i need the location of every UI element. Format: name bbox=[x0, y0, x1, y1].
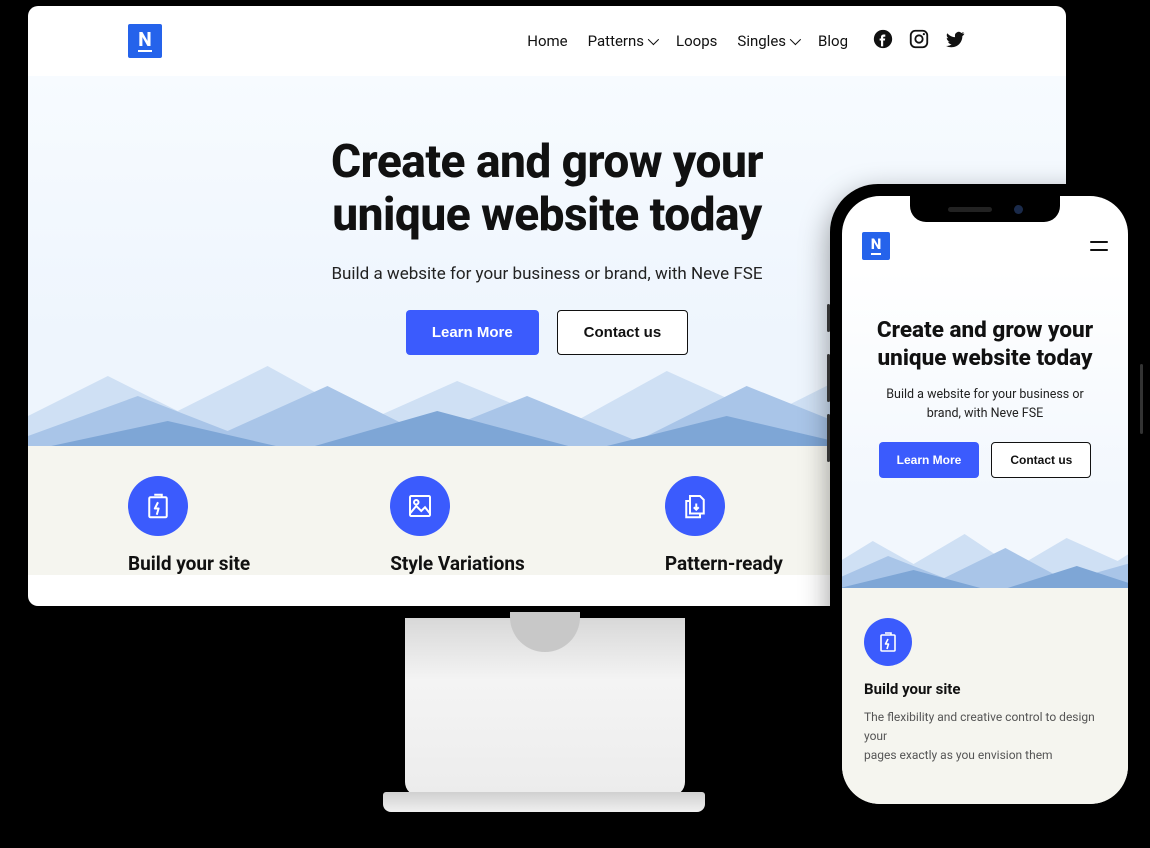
feature-title: Build your site bbox=[864, 680, 1106, 698]
site-logo[interactable]: N bbox=[128, 24, 162, 58]
nav-label: Loops bbox=[676, 32, 717, 50]
nav-item-blog[interactable]: Blog bbox=[818, 32, 848, 50]
instagram-icon[interactable] bbox=[908, 28, 930, 54]
nav-label: Patterns bbox=[588, 32, 644, 50]
mobile-hero: Create and grow your unique website toda… bbox=[842, 270, 1128, 588]
main-nav: Home Patterns Loops Singles Blog bbox=[527, 28, 966, 54]
phone-volume-down bbox=[827, 414, 830, 462]
monitor-base bbox=[383, 792, 705, 812]
chevron-down-icon bbox=[648, 34, 659, 45]
feature-title: Style Variations bbox=[390, 552, 525, 575]
logo-letter: N bbox=[871, 237, 882, 255]
feature-style-variations: Style Variations bbox=[390, 476, 525, 575]
phone-power-button bbox=[1140, 364, 1143, 434]
nav-item-singles[interactable]: Singles bbox=[737, 32, 798, 50]
feature-title: Pattern-ready bbox=[665, 552, 783, 575]
hero-title-line2: unique website today bbox=[878, 345, 1093, 371]
hero-subtitle: Build a website for your business or bra… bbox=[862, 386, 1108, 424]
logo-letter: N bbox=[138, 30, 151, 52]
phone-frame: N Create and grow your unique website to… bbox=[830, 184, 1140, 816]
nav-label: Home bbox=[527, 32, 567, 50]
mobile-features: Build your site The flexibility and crea… bbox=[842, 588, 1128, 804]
battery-bolt-icon bbox=[864, 618, 912, 666]
nav-label: Blog bbox=[818, 32, 848, 50]
hero-title-line2: unique website today bbox=[332, 188, 761, 242]
site-logo[interactable]: N bbox=[862, 232, 890, 260]
monitor-neck bbox=[405, 618, 685, 796]
learn-more-button[interactable]: Learn More bbox=[879, 442, 980, 478]
phone-notch bbox=[910, 196, 1060, 222]
contact-us-button[interactable]: Contact us bbox=[991, 442, 1091, 478]
phone-screen: N Create and grow your unique website to… bbox=[842, 196, 1128, 804]
hero-title: Create and grow your unique website toda… bbox=[862, 316, 1108, 372]
hero-title-line1: Create and grow your bbox=[877, 317, 1093, 343]
desktop-header: N Home Patterns Loops Singles Blo bbox=[28, 6, 1066, 76]
phone-silence-switch bbox=[827, 304, 830, 332]
image-icon bbox=[390, 476, 450, 536]
feature-title: Build your site bbox=[128, 552, 250, 575]
mobile-cta-row: Learn More Contact us bbox=[862, 442, 1108, 478]
nav-label: Singles bbox=[737, 32, 786, 50]
twitter-icon[interactable] bbox=[944, 28, 966, 54]
nav-item-home[interactable]: Home bbox=[527, 32, 567, 50]
nav-item-loops[interactable]: Loops bbox=[676, 32, 717, 50]
feature-pattern-ready: Pattern-ready bbox=[665, 476, 783, 575]
feature-body: The flexibility and creative control to … bbox=[864, 708, 1106, 766]
hero-title-line1: Create and grow your bbox=[331, 135, 763, 189]
hamburger-menu-icon[interactable] bbox=[1090, 241, 1108, 251]
phone-volume-up bbox=[827, 354, 830, 402]
social-links bbox=[872, 28, 966, 54]
facebook-icon[interactable] bbox=[872, 28, 894, 54]
feature-build-site: Build your site bbox=[128, 476, 250, 575]
nav-item-patterns[interactable]: Patterns bbox=[588, 32, 656, 50]
mountains-illustration bbox=[842, 506, 1128, 588]
chevron-down-icon bbox=[790, 34, 801, 45]
files-download-icon bbox=[665, 476, 725, 536]
battery-bolt-icon bbox=[128, 476, 188, 536]
